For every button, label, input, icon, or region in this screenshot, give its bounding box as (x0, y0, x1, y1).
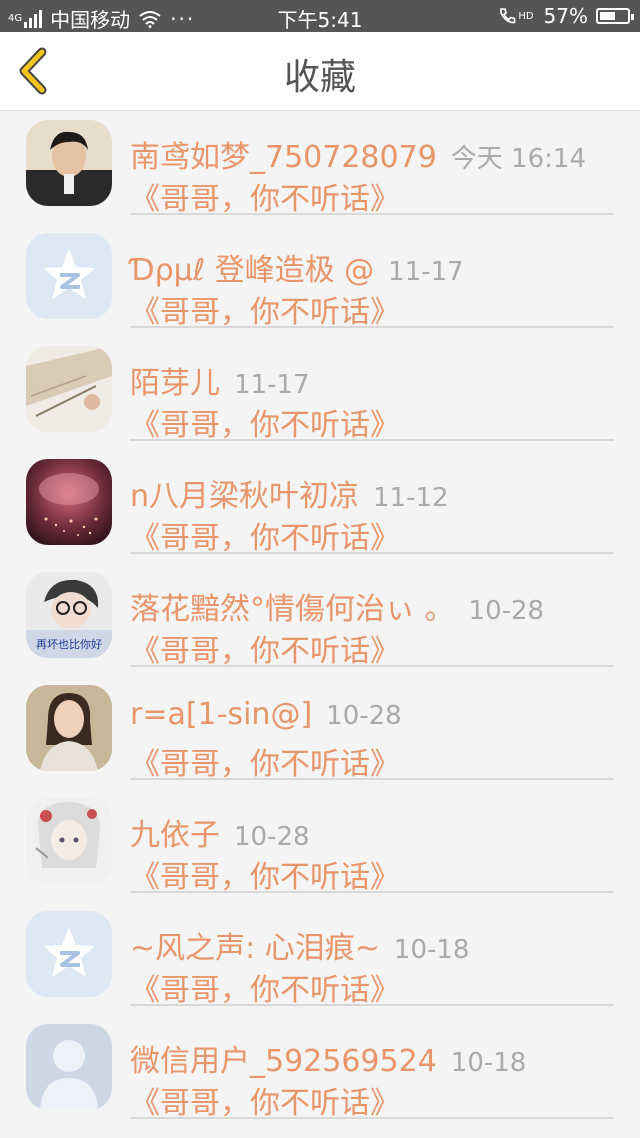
favorite-item[interactable]: ~风之声: 心泪痕~ 10-18 《哥哥，你不听话》 (0, 901, 640, 1014)
favorites-list: 南鸢如梦_750728079 今天 16:14 《哥哥，你不听话》 Ɗρμℓ 登峰造极… (0, 110, 640, 1127)
user-name[interactable]: 南鸢如梦_750728079 (130, 140, 437, 175)
favorite-content[interactable]: 《哥哥，你不听话》 (130, 174, 400, 218)
favorite-header: 南鸢如梦_750728079 今天 16:14 (130, 132, 586, 176)
avatar[interactable] (26, 1024, 112, 1110)
favorite-item[interactable]: 陌芽儿 11-17 《哥哥，你不听话》 (0, 336, 640, 449)
favorite-content[interactable]: 《哥哥，你不听话》 (130, 1078, 400, 1122)
user-name[interactable]: 陌芽儿 (130, 366, 220, 401)
user-name[interactable]: Ɗρμℓ 登峰造极 @ (130, 253, 374, 288)
divider (130, 552, 614, 554)
favorite-content[interactable]: 《哥哥，你不听话》 (130, 287, 400, 331)
battery-percent: 57% (543, 4, 588, 28)
favorite-time: 11-12 (373, 483, 449, 513)
favorite-time: 10-28 (234, 822, 310, 852)
user-name[interactable]: r=a[1-sin@] (130, 697, 312, 732)
user-name[interactable]: 九依子 (130, 818, 220, 853)
favorite-item[interactable]: r=a[1-sin@] 10-28 《哥哥，你不听话》 (0, 675, 640, 788)
favorite-time: 10-18 (393, 935, 470, 965)
favorite-time: 10-28 (468, 596, 545, 626)
page-title: 收藏 (283, 57, 356, 98)
hd-label: HD (518, 10, 534, 22)
favorite-header: 陌芽儿 11-17 (130, 358, 310, 402)
favorite-header: 九依子 10-28 (130, 810, 310, 854)
avatar[interactable] (26, 120, 112, 206)
favorite-content[interactable]: 《哥哥，你不听话》 (130, 626, 400, 670)
user-name[interactable]: 落花黯然°情傷何治ぃ 。 (130, 592, 455, 627)
favorite-header: n八月梁秋叶初凉 11-12 (130, 471, 449, 515)
divider (130, 1117, 614, 1119)
favorite-header: Ɗρμℓ 登峰造极 @ 11-17 (130, 245, 464, 289)
nav-bar: 收藏 (0, 32, 640, 111)
divider (130, 439, 614, 441)
avatar-caption: 再坏也比你好 (36, 637, 102, 651)
favorite-header: r=a[1-sin@] 10-28 (130, 697, 402, 732)
battery-icon (596, 8, 634, 24)
favorite-content[interactable]: 《哥哥，你不听话》 (130, 739, 400, 783)
favorite-time: 11-17 (234, 370, 310, 400)
favorite-header: ~风之声: 心泪痕~ 10-18 (130, 923, 469, 967)
status-bar: 4G 中国移动 ··· 下午5:41 HD 57% (0, 0, 640, 32)
avatar[interactable] (26, 798, 112, 884)
avatar[interactable] (26, 911, 112, 997)
user-name[interactable]: ~风之声: 心泪痕~ (130, 931, 380, 966)
favorite-content[interactable]: 《哥哥，你不听话》 (130, 513, 400, 557)
favorite-time: 今天 16:14 (450, 144, 586, 174)
favorite-time: 11-17 (388, 257, 464, 287)
divider (130, 665, 614, 667)
status-right: HD 57% (498, 4, 634, 28)
favorite-content[interactable]: 《哥哥，你不听话》 (130, 965, 400, 1009)
favorite-time: 10-28 (326, 701, 402, 731)
favorite-content[interactable]: 《哥哥，你不听话》 (130, 852, 400, 896)
favorite-item[interactable]: n八月梁秋叶初凉 11-12 《哥哥，你不听话》 (0, 449, 640, 562)
user-name[interactable]: n八月梁秋叶初凉 (130, 479, 359, 514)
favorite-item[interactable]: Ɗρμℓ 登峰造极 @ 11-17 《哥哥，你不听话》 (0, 223, 640, 336)
avatar[interactable] (26, 685, 112, 771)
avatar[interactable]: 再坏也比你好 (26, 572, 112, 658)
favorite-item[interactable]: 微信用户_592569524 10-18 《哥哥，你不听话》 (0, 1014, 640, 1127)
avatar[interactable] (26, 346, 112, 432)
divider (130, 778, 614, 780)
favorite-header: 微信用户_592569524 10-18 (130, 1036, 526, 1080)
favorite-item[interactable]: 再坏也比你好 落花黯然°情傷何治ぃ 。 10-28 《哥哥，你不听话》 (0, 562, 640, 675)
divider (130, 891, 614, 893)
divider (130, 1004, 614, 1006)
favorite-content[interactable]: 《哥哥，你不听话》 (130, 400, 400, 444)
favorite-header: 落花黯然°情傷何治ぃ 。 10-28 (130, 584, 544, 628)
favorite-item[interactable]: 九依子 10-28 《哥哥，你不听话》 (0, 788, 640, 901)
avatar[interactable] (26, 233, 112, 319)
favorite-time: 10-18 (450, 1048, 527, 1078)
favorite-item[interactable]: 南鸢如梦_750728079 今天 16:14 《哥哥，你不听话》 (0, 110, 640, 223)
divider (130, 326, 614, 328)
avatar[interactable] (26, 459, 112, 545)
divider (130, 213, 614, 215)
phone-icon (500, 8, 516, 24)
user-name[interactable]: 微信用户_592569524 (130, 1044, 437, 1079)
